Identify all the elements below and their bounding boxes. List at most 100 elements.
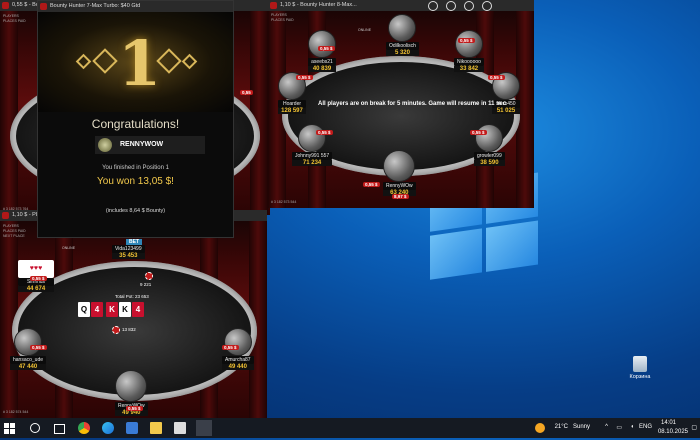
bounty-badge: 0,55 $ [318,46,335,51]
player-name: aseebs21 [308,58,336,66]
tournament-info: PLAYERS PLACES PAID NEXT PLACE [3,224,26,238]
pot-chips: 13 832 [122,327,136,332]
avatar [298,124,327,152]
chevron-up-icon[interactable]: ^ [605,424,608,430]
congrats-headline: Congratulations! [91,117,180,131]
hole-cards: Q 4 [78,302,103,317]
window-title: Bounty Hunter 7-Max Turbo: $40 Gtd [50,3,141,9]
trophy-banner: 1 [38,12,233,112]
player-stack: 51 025 [492,108,520,114]
file-explorer-icon[interactable] [150,422,162,434]
bounty-badge: 0,55 $ [458,38,475,43]
language-indicator[interactable]: ENG [639,424,652,430]
bounty-badge: 0,55 $ [316,130,333,135]
hand-id: # 3 182 574 544 [3,410,29,414]
avatar [454,30,483,58]
seat-hero[interactable]: RennyWOw 63 240 [383,150,416,196]
avatar [223,328,252,356]
window-title: 0,55 $ - Bo [12,2,39,8]
bounty-badge: 0,55 $ [222,345,239,350]
player-name: RennyWOw [383,182,416,190]
player-stack: 47 440 [10,364,47,370]
player-stack: 44 674 [18,286,54,292]
avatar [98,138,112,152]
bounty-badge: 0,55 $ [363,182,380,187]
mail-icon[interactable] [174,422,186,434]
finish-position: You finished in Position 1 [102,165,169,171]
player-stack: 33 842 [454,66,484,72]
player-name: Johnny991 557 [292,152,333,160]
poker-app-icon[interactable] [196,420,212,436]
app-icon [2,2,9,9]
poker-window-right[interactable]: 1,10 $ - Bounty Hunter 8-Max... PLAYERS … [268,0,534,208]
card: K [119,302,131,317]
bounty-badge: 0,55 $ [488,75,505,80]
bet-amount: 9 221 [140,282,152,287]
online-label: ONLINE [62,246,76,250]
volume-icon[interactable]: ◖ [630,424,634,430]
player-stack: 38 590 [474,160,505,166]
avatar [388,14,417,42]
seat-top-left[interactable]: aseebs21 40 839 [308,30,336,72]
player-name: Hoarder [278,100,306,108]
window-title: 1,10 $ - Bounty Hunter 8-Max... [280,2,357,8]
task-view-icon[interactable] [54,424,65,434]
board-cards: K K 4 [106,302,144,317]
weather-icon [535,423,545,433]
network-icon[interactable]: ▭ [616,424,622,431]
tournament-info: PLAYERS PLACES PAID [271,13,294,22]
bounty-badge: 0,55 $ [126,406,143,411]
player-name: Amurcha87 [222,356,254,364]
poker-window-bottom[interactable]: 1,10 $ - PL PLAYERS PLACES PAID NEXT PLA… [0,210,267,418]
seat-top[interactable]: Odilkoolisch 5 320 [386,14,419,56]
chat-icon[interactable] [446,1,456,11]
place-number: 1 [118,27,162,100]
player-stack: 5 320 [386,50,419,56]
titlebar[interactable]: 1,10 $ - Bounty Hunter 8-Max... [268,0,534,11]
store-icon[interactable] [126,422,138,434]
winnings: You won 13,05 $! [97,176,174,187]
toggle-icon[interactable] [464,1,474,11]
recycle-bin-icon [633,356,647,372]
window-title: 1,10 $ - PL [12,212,39,218]
seat-top[interactable]: Vida123499 35 453 [112,245,145,259]
card: 4 [91,302,103,317]
start-button[interactable] [4,422,16,434]
recycle-bin[interactable]: Корзина [622,356,658,380]
clock-time[interactable]: 14:01 [661,420,676,426]
search-icon[interactable] [30,423,40,433]
avatar [14,328,43,356]
edge-icon[interactable] [102,422,114,434]
bet-chip-icon [145,272,153,280]
player-stack: 128 597 [278,108,306,114]
chrome-icon[interactable] [78,422,90,434]
settings-icon[interactable] [428,1,438,11]
player-stack: 71 234 [292,160,333,166]
bounty-badge: 0,55 $ [30,345,47,350]
diamond-icon [92,48,118,74]
titlebar[interactable]: Bounty Hunter 7-Max Turbo: $40 Gtd [38,1,233,12]
hero-bounty: 8,97 $ [392,194,409,199]
card: 4 [132,302,144,317]
app-icon [270,2,277,9]
winner-panel: RENNYWOW [95,136,205,154]
notification-icon[interactable]: ▢ [691,424,697,431]
clock-date[interactable]: 08.10.2025 [658,429,688,435]
weather-desc[interactable]: Sunny [573,424,590,430]
card: K [106,302,118,317]
seat-top-right[interactable]: Nikoooooo 33 842 [454,30,484,72]
congratulations-window[interactable]: Bounty Hunter 7-Max Turbo: $40 Gtd 1 Con… [37,0,234,238]
weather-temp[interactable]: 21°C [555,424,568,430]
card: Q [78,302,90,317]
recycle-bin-label: Корзина [629,374,651,380]
diamond-icon [181,53,198,70]
player-name: Vida123499 [112,245,145,253]
total-pot: Total Pot: 23 653 [115,294,149,299]
player-name: hansaco_ude [10,356,47,364]
online-label: ONLINE [358,28,372,32]
bounty-included: (includes 8,64 $ Bounty) [105,208,166,214]
menu-icon[interactable] [482,1,492,11]
hand-id: # 3 182 573 544 [271,200,297,204]
bounty-badge: 0,55 $ [30,276,47,281]
pot-chip-icon [112,326,120,334]
